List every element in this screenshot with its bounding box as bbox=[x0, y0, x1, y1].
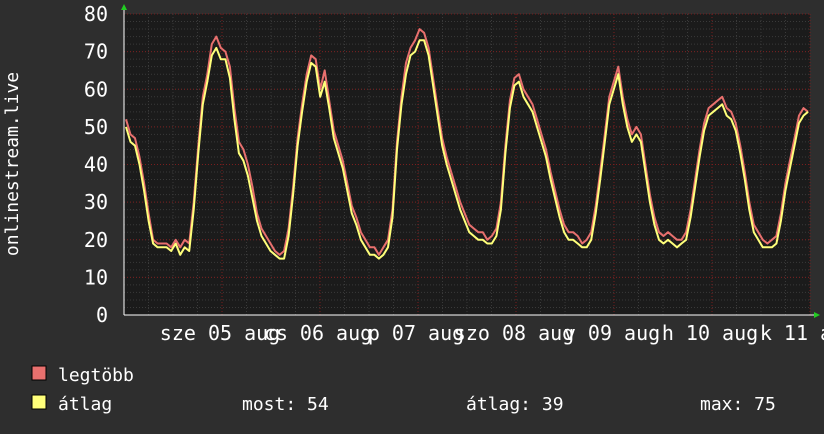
x-tick-label: h 10 aug bbox=[662, 321, 758, 345]
x-tick-labels: sze 05 augcs 06 augp 07 augszo 08 augv 0… bbox=[160, 321, 824, 345]
stat-max: max: 75 bbox=[700, 394, 776, 415]
legend-swatch-legtobb bbox=[31, 365, 47, 381]
y-tick-label: 40 bbox=[84, 153, 108, 177]
y-tick-label: 60 bbox=[84, 77, 108, 101]
y-tick-label: 20 bbox=[84, 228, 108, 252]
y-tick-label: 70 bbox=[84, 40, 108, 64]
stat-atlag: átlag: 39 bbox=[466, 394, 564, 415]
y-tick-label: 10 bbox=[84, 265, 108, 289]
y-axis-arrow bbox=[121, 4, 127, 10]
legend-swatch-atlag bbox=[31, 394, 47, 410]
chart: onlinestream.live 0 10 20 30 40 50 60 70 80 sze … bbox=[0, 0, 824, 430]
y-tick-label: 0 bbox=[96, 303, 108, 327]
x-tick-label: sze 05 aug bbox=[160, 321, 280, 345]
y-tick-labels: 0 10 20 30 40 50 60 70 80 bbox=[84, 2, 108, 327]
y-tick-label: 50 bbox=[84, 115, 108, 139]
x-axis-arrow bbox=[814, 312, 820, 318]
y-axis-label: onlinestream.live bbox=[2, 72, 23, 256]
x-tick-label: szo 08 aug bbox=[454, 321, 574, 345]
x-tick-label: k 11 aug bbox=[760, 321, 824, 345]
legend-label-legtobb: legtöbb bbox=[58, 365, 134, 386]
chart-svg: onlinestream.live 0 10 20 30 40 50 60 70 80 sze … bbox=[2, 2, 824, 415]
y-tick-label: 80 bbox=[84, 2, 108, 26]
stat-most: most: 54 bbox=[242, 394, 329, 415]
y-tick-label: 30 bbox=[84, 190, 108, 214]
x-tick-label: v 09 aug bbox=[564, 321, 660, 345]
legend-label-atlag: átlag bbox=[58, 394, 112, 415]
x-tick-label: cs 06 aug bbox=[264, 321, 372, 345]
x-tick-label: p 07 aug bbox=[368, 321, 464, 345]
